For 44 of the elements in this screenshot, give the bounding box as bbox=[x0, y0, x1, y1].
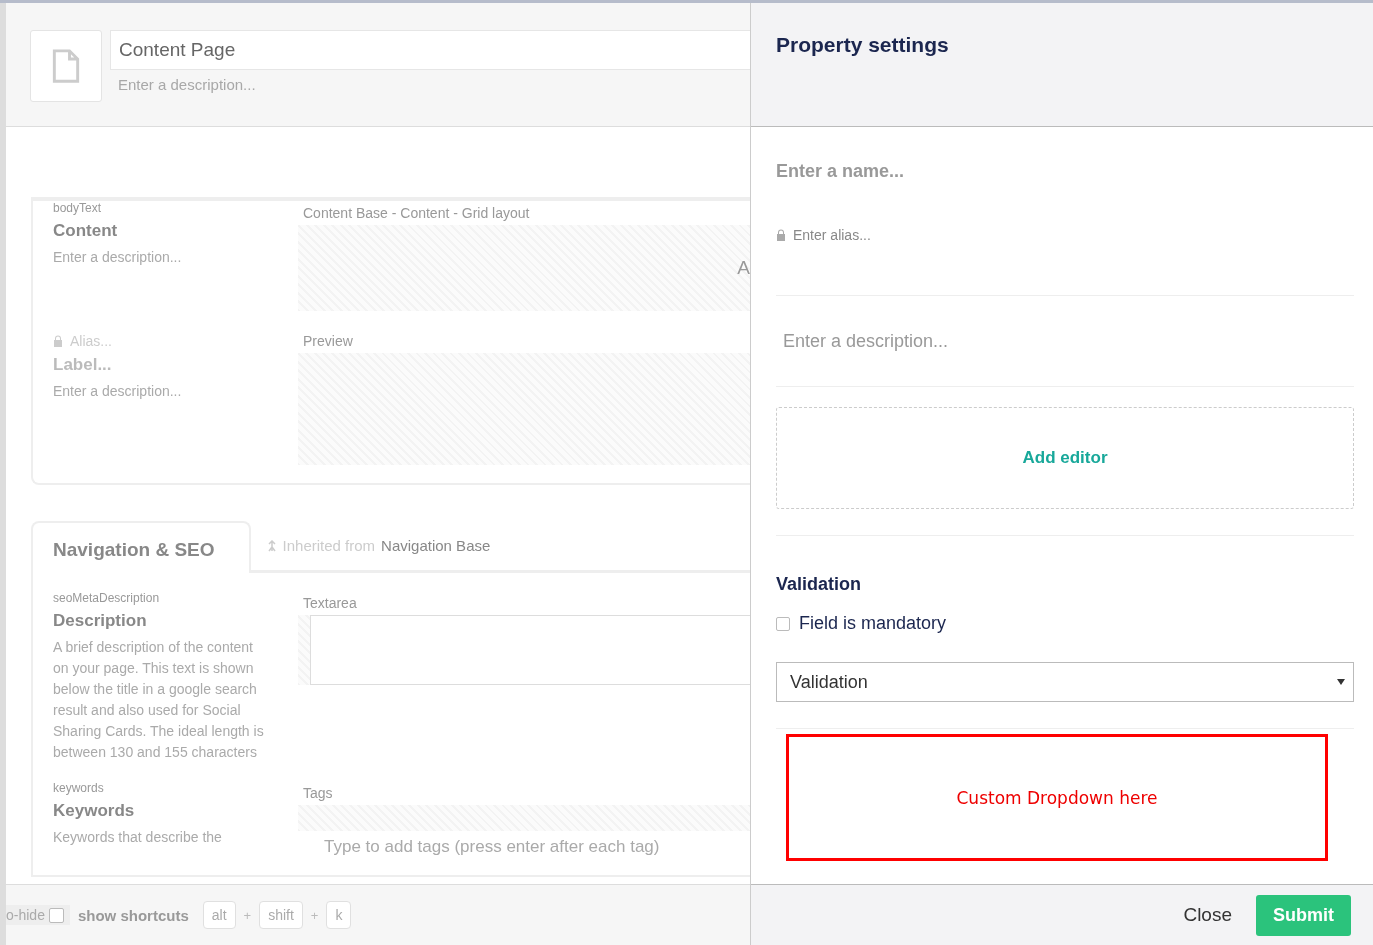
mandatory-checkbox[interactable] bbox=[776, 616, 790, 631]
property-label: Content bbox=[53, 221, 119, 241]
key-cap: alt bbox=[202, 901, 236, 929]
inherited-name[interactable]: Navigation Base bbox=[381, 537, 491, 554]
validation-select[interactable]: Validation bbox=[776, 662, 1354, 702]
property-description: Enter a description... bbox=[53, 248, 183, 267]
lock-icon bbox=[776, 229, 786, 241]
property-alias: bodyText bbox=[53, 201, 103, 215]
panel-title: Property settings bbox=[776, 33, 950, 57]
property-description: Keywords that describe the bbox=[53, 828, 223, 847]
property-description: A brief description of the content on your page. This text is shown below the title in a google search result and also used for Social Sharing Cards. The ideal length is between 130 and 155 characters bbox=[53, 638, 265, 762]
add-editor-button[interactable]: Add editor bbox=[776, 407, 1354, 509]
plus-sign: + bbox=[243, 907, 252, 923]
property-label: Description bbox=[53, 611, 148, 631]
tags-field[interactable]: Type to add tags (press enter after each tag) bbox=[324, 837, 750, 857]
property-alias: seoMetaDescription bbox=[53, 591, 161, 605]
editor-label: Tags bbox=[302, 784, 334, 803]
caret-icon bbox=[1337, 679, 1345, 685]
property-label[interactable]: Label... bbox=[53, 355, 298, 375]
key-cap: k bbox=[326, 901, 352, 929]
annotation-text: Custom Dropdown here bbox=[956, 787, 1158, 808]
section-heading: Validation bbox=[776, 574, 863, 595]
preview-text: A bbox=[737, 257, 750, 279]
lock-icon bbox=[53, 335, 63, 347]
editor-label: Textarea bbox=[302, 594, 358, 613]
auto-hide-label: o-hide bbox=[6, 907, 45, 923]
shortcuts-label[interactable]: show shortcuts bbox=[77, 906, 189, 924]
plus-sign: + bbox=[310, 907, 319, 923]
checkbox-label[interactable]: Field is mandatory bbox=[799, 613, 947, 634]
key-cap: shift bbox=[259, 901, 303, 929]
property-alias: keywords bbox=[53, 781, 105, 795]
editor-label: Preview bbox=[302, 332, 354, 351]
submit-button[interactable]: Submit bbox=[1256, 894, 1351, 936]
property-description[interactable]: Enter a description... bbox=[53, 381, 298, 402]
inherit-icon bbox=[266, 539, 277, 552]
editor-label: Content Base - Content - Grid layout bbox=[302, 204, 531, 223]
property-label: Keywords bbox=[53, 801, 136, 821]
name-field[interactable]: Content Page bbox=[110, 30, 750, 70]
textarea-field[interactable] bbox=[310, 615, 750, 685]
description-field[interactable]: Enter a description... bbox=[110, 70, 750, 99]
close-button[interactable]: Close bbox=[1177, 903, 1238, 927]
document-icon[interactable] bbox=[30, 30, 102, 102]
group-tab[interactable]: Navigation & SEO bbox=[31, 521, 251, 573]
auto-hide-checkbox[interactable] bbox=[48, 907, 64, 923]
